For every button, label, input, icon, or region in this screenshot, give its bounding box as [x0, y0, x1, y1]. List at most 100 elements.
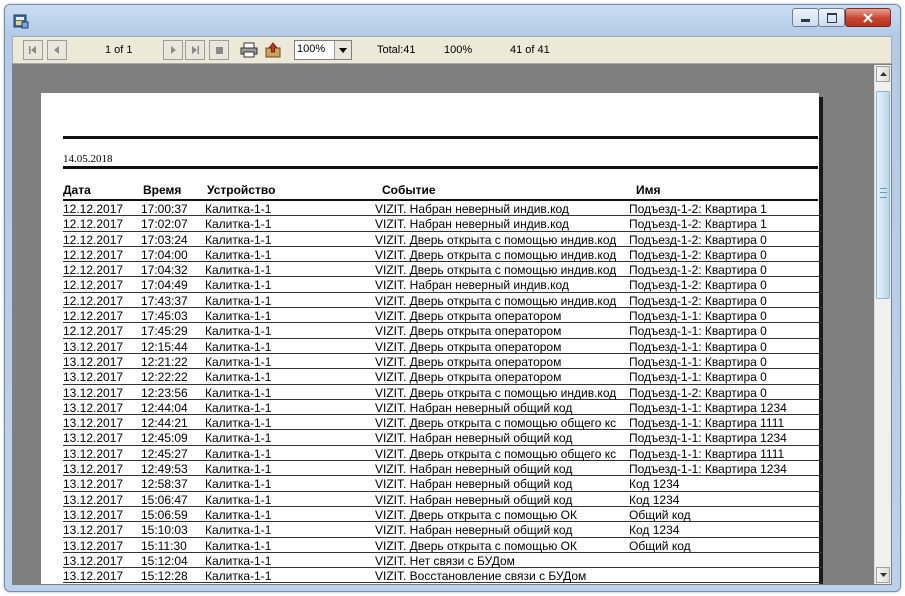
- table-row: 12.12.2017 17:45:29 Калитка-1-1 VIZIT. Двер…: [63, 323, 823, 339]
- cell-date: 13.12.2017: [63, 553, 124, 568]
- cell-time: 12:15:44: [141, 339, 188, 354]
- print-button[interactable]: [239, 40, 259, 60]
- first-page-button[interactable]: [23, 40, 43, 60]
- cell-event: VIZIT. Набран неверный общий код: [375, 462, 573, 477]
- cell-date: 13.12.2017: [63, 400, 124, 415]
- cell-event: VIZIT. Нет связи с БУДом: [375, 553, 515, 568]
- cell-device: Калитка-1-1: [205, 232, 272, 247]
- next-page-button[interactable]: [163, 40, 183, 60]
- cell-event: VIZIT. Восстановление связи с БУДом: [375, 569, 587, 584]
- table-row: 12.12.2017 17:03:24 Калитка-1-1 VIZIT. Двер…: [63, 232, 823, 247]
- maximize-icon: [826, 12, 837, 23]
- table-row: 13.12.2017 12:44:04 Калитка-1-1 VIZIT. Набр…: [63, 400, 823, 416]
- record-count-label: 41 of 41: [510, 44, 550, 56]
- cell-device: Калитка-1-1: [205, 202, 272, 216]
- table-row: 13.12.2017 15:12:28 Калитка-1-1 VIZIT. Восс…: [63, 568, 823, 584]
- cell-date: 12.12.2017: [63, 247, 124, 262]
- table-row: 12.12.2017 17:00:37 Калитка-1-1 VIZIT. Набр…: [63, 201, 823, 217]
- cell-name: Код 1234: [629, 477, 680, 492]
- report-preview-area[interactable]: 14.05.2018 Дата Время Устройство Событие…: [12, 64, 892, 585]
- table-row: 13.12.2017 12:23:56 Калитка-1-1 VIZIT. Двер…: [63, 385, 823, 400]
- table-row: 13.12.2017 15:10:03 Калитка-1-1 VIZIT. Набр…: [63, 522, 823, 538]
- cell-name: Подъезд-1-2: Квартира 0: [629, 278, 767, 293]
- close-button[interactable]: [845, 8, 891, 27]
- cell-time: 17:04:32: [141, 263, 188, 278]
- table-row: 12.12.2017 17:04:00 Калитка-1-1 VIZIT. Двер…: [63, 247, 823, 263]
- cell-time: 15:11:30: [141, 538, 187, 553]
- cell-time: 12:49:53: [141, 462, 188, 477]
- export-icon: [265, 42, 281, 58]
- cell-time: 17:45:03: [141, 309, 188, 324]
- stop-button[interactable]: [209, 40, 229, 60]
- cell-device: Калитка-1-1: [205, 446, 272, 461]
- cell-device: Калитка-1-1: [205, 569, 272, 584]
- cell-event: VIZIT. Дверь открыта оператором: [375, 339, 562, 354]
- cell-device: Калитка-1-1: [205, 339, 272, 354]
- cell-time: 12:22:22: [141, 370, 188, 385]
- cell-date: 12.12.2017: [63, 232, 124, 247]
- zoom-select[interactable]: 100%: [294, 40, 352, 60]
- cell-event: VIZIT. Дверь открыта с помощью общего кс: [375, 446, 617, 461]
- cell-date: 13.12.2017: [63, 416, 124, 431]
- last-page-button[interactable]: [185, 40, 205, 60]
- cell-time: 12:21:22: [141, 354, 188, 369]
- cell-time: 12:44:04: [141, 400, 188, 415]
- cell-device: Калитка-1-1: [205, 492, 272, 507]
- cell-time: 17:45:29: [141, 324, 188, 339]
- title-bar[interactable]: [5, 5, 900, 35]
- report-page: 14.05.2018 Дата Время Устройство Событие…: [41, 93, 823, 584]
- export-button[interactable]: [263, 40, 283, 60]
- cell-event: VIZIT. Дверь открыта с помощью общего кс: [375, 416, 617, 431]
- cell-device: Калитка-1-1: [205, 523, 272, 538]
- cell-date: 13.12.2017: [63, 431, 124, 446]
- zoom-value: 100%: [297, 43, 326, 55]
- cell-name: Подъезд-1-1: Квартира 0: [629, 309, 767, 324]
- cell-name: Подъезд-1-1: Квартира 1111: [629, 416, 785, 431]
- cell-time: 15:12:28: [141, 569, 188, 584]
- cell-date: 12.12.2017: [63, 217, 124, 232]
- header-time: Время: [143, 183, 182, 197]
- cell-name: Подъезд-1-2: Квартира 0: [629, 293, 767, 308]
- cell-name: Подъезд-1-1: Квартира 1234: [629, 431, 787, 446]
- table-row: 12.12.2017 17:04:49 Калитка-1-1 VIZIT. Набр…: [63, 277, 823, 293]
- cell-name: Подъезд-1-1: Квартира 1234: [629, 400, 787, 415]
- arrow-down-icon: [879, 573, 887, 577]
- cell-time: 12:23:56: [141, 385, 188, 400]
- cell-name: Подъезд-1-1: Квартира 1111: [629, 446, 785, 461]
- cell-device: Калитка-1-1: [205, 354, 272, 369]
- table-row: 13.12.2017 15:12:04 Калитка-1-1 VIZIT. Нет …: [63, 553, 823, 569]
- table-row: 13.12.2017 15:11:30 Калитка-1-1 VIZIT. Двер…: [63, 538, 823, 553]
- table-row: 13.12.2017 15:06:47 Калитка-1-1 VIZIT. Набр…: [63, 492, 823, 507]
- cell-time: 12:45:27: [141, 446, 188, 461]
- cell-device: Калитка-1-1: [205, 263, 272, 278]
- table-row: 13.12.2017 15:06:59 Калитка-1-1 VIZIT. Двер…: [63, 507, 823, 523]
- cell-time: 17:04:00: [141, 247, 188, 262]
- cell-device: Калитка-1-1: [205, 217, 272, 232]
- cell-event: VIZIT. Дверь открыта с помощью ОК: [375, 538, 578, 553]
- cell-name: Подъезд-1-2: Квартира 0: [629, 385, 767, 400]
- cell-date: 12.12.2017: [63, 278, 124, 293]
- cell-date: 13.12.2017: [63, 477, 124, 492]
- cell-name: Код 1234: [629, 492, 680, 507]
- prev-page-icon: [54, 46, 59, 54]
- maximize-button[interactable]: [818, 8, 845, 27]
- cell-date: 13.12.2017: [63, 462, 124, 477]
- cell-date: 12.12.2017: [63, 309, 124, 324]
- cell-name: Общий код: [629, 538, 691, 553]
- cell-date: 13.12.2017: [63, 538, 124, 553]
- scroll-up-button[interactable]: [876, 66, 890, 82]
- minimize-button[interactable]: [792, 8, 819, 27]
- table-body: 12.12.2017 17:00:37 Калитка-1-1 VIZIT. Набр…: [63, 201, 823, 584]
- header-date: Дата: [63, 183, 91, 197]
- total-label: Total:41: [377, 44, 416, 56]
- report-viewer-window: 1 of 1 100% Total:41 100% 41 of 41 14.05…: [4, 4, 901, 592]
- cell-date: 13.12.2017: [63, 370, 124, 385]
- cell-name: Подъезд-1-1: Квартира 0: [629, 370, 767, 385]
- prev-page-button[interactable]: [47, 40, 67, 60]
- cell-time: 17:02:07: [141, 217, 188, 232]
- vertical-scrollbar[interactable]: [874, 65, 891, 584]
- cell-name: Подъезд-1-1: Квартира 0: [629, 354, 767, 369]
- scroll-thumb[interactable]: [876, 91, 890, 299]
- scroll-down-button[interactable]: [876, 567, 890, 583]
- cell-date: 13.12.2017: [63, 385, 124, 400]
